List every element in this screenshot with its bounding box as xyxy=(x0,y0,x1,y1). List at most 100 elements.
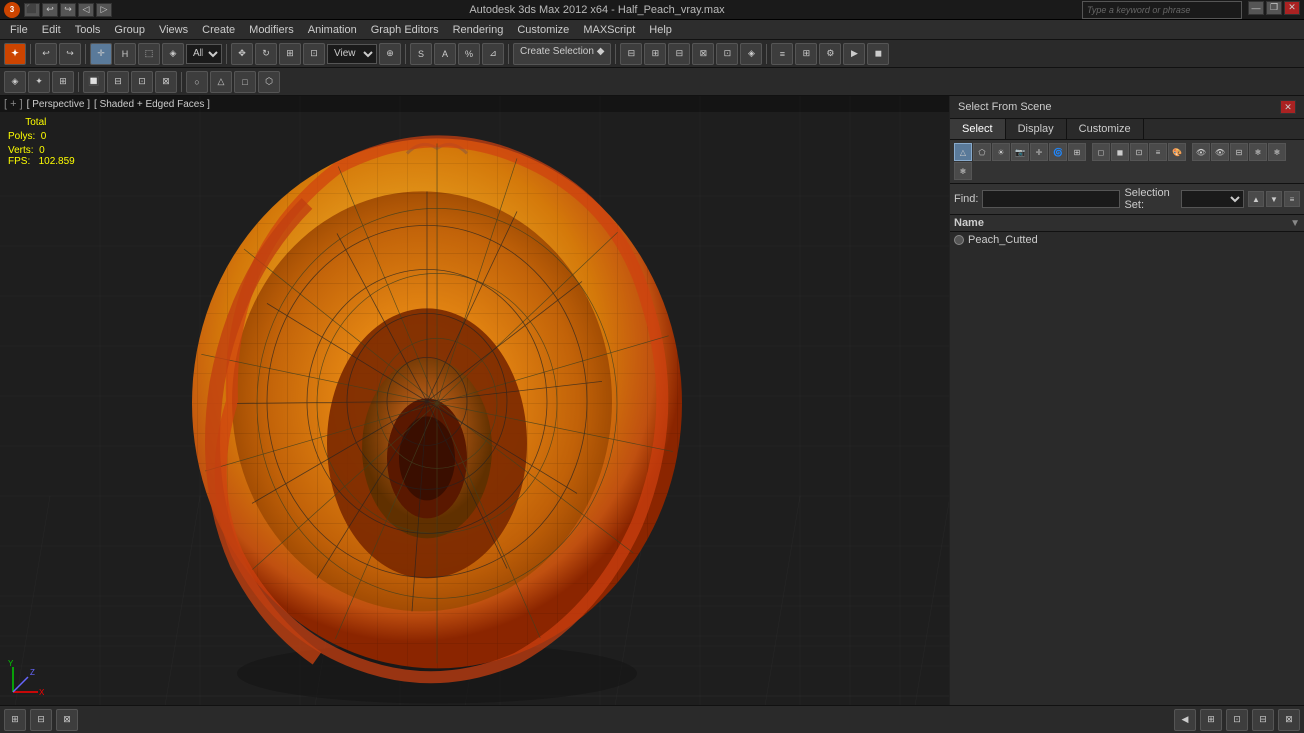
panel-list-view[interactable]: ≡ xyxy=(1284,191,1300,207)
spinner-snap-btn[interactable]: ⊿ xyxy=(482,43,504,65)
scene-explorer-btn[interactable]: ⊞ xyxy=(795,43,817,65)
undo-btn[interactable]: ↩ xyxy=(35,43,57,65)
t2-btn11[interactable]: ⬡ xyxy=(258,71,280,93)
status-icon-right2[interactable]: ⊞ xyxy=(1200,709,1222,731)
tb-icon4[interactable]: ◁ xyxy=(78,3,94,17)
t2-btn2[interactable]: ✦ xyxy=(28,71,50,93)
display-inv-btn[interactable]: ⊟ xyxy=(1230,143,1248,161)
menu-file[interactable]: File xyxy=(4,22,34,38)
menu-tools[interactable]: Tools xyxy=(69,22,107,38)
menu-create[interactable]: Create xyxy=(196,22,241,38)
window-crossing-btn[interactable]: ◈ xyxy=(162,43,184,65)
filter-all-btn[interactable]: ⊞ xyxy=(1068,143,1086,161)
layers-btn[interactable]: ≡ xyxy=(771,43,793,65)
snap-btn[interactable]: S xyxy=(410,43,432,65)
status-icon-right5[interactable]: ⊠ xyxy=(1278,709,1300,731)
display-all-btn[interactable]: 👁 xyxy=(1211,143,1229,161)
object-list[interactable]: Peach_Cutted xyxy=(950,232,1304,705)
menu-graph-editors[interactable]: Graph Editors xyxy=(365,22,445,38)
t2-btn7[interactable]: ⊠ xyxy=(155,71,177,93)
find-input[interactable] xyxy=(982,190,1120,208)
menu-views[interactable]: Views xyxy=(153,22,194,38)
status-icon-right3[interactable]: ⊡ xyxy=(1226,709,1248,731)
select-none-btn[interactable]: ◻ xyxy=(1092,143,1110,161)
status-icon3[interactable]: ⊠ xyxy=(56,709,78,731)
freeze-none-btn[interactable]: ❄ xyxy=(1249,143,1267,161)
home-btn[interactable]: ✦ xyxy=(4,43,26,65)
refcoord-btn[interactable]: ⊡ xyxy=(303,43,325,65)
sort-icon[interactable]: ▼ xyxy=(1290,218,1300,229)
viewport[interactable]: [ + ] [ Perspective ] [ Shaded + Edged F… xyxy=(0,96,949,705)
tab-customize[interactable]: Customize xyxy=(1067,119,1144,139)
close-btn[interactable]: ✕ xyxy=(1284,1,1300,15)
list-item[interactable]: Peach_Cutted xyxy=(950,232,1304,248)
align-camera-btn[interactable]: ◈ xyxy=(740,43,762,65)
restore-btn[interactable]: ❐ xyxy=(1266,1,1282,15)
rect-select-btn[interactable]: ⬚ xyxy=(138,43,160,65)
create-selection-btn[interactable]: Create Selection ◆ xyxy=(513,43,611,65)
menu-modifiers[interactable]: Modifiers xyxy=(243,22,300,38)
status-icon-right4[interactable]: ⊟ xyxy=(1252,709,1274,731)
freeze-all-btn[interactable]: ❄ xyxy=(1268,143,1286,161)
menu-rendering[interactable]: Rendering xyxy=(447,22,510,38)
minimize-btn[interactable]: — xyxy=(1248,1,1264,15)
pivot-btn[interactable]: ⊕ xyxy=(379,43,401,65)
move-btn[interactable]: ✥ xyxy=(231,43,253,65)
t2-btn8[interactable]: ○ xyxy=(186,71,208,93)
render-btn[interactable]: ▶ xyxy=(843,43,865,65)
select-name-btn[interactable]: H xyxy=(114,43,136,65)
panel-scroll-down[interactable]: ▼ xyxy=(1266,191,1282,207)
panel-close-btn[interactable]: ✕ xyxy=(1280,100,1296,114)
panel-scroll-up[interactable]: ▲ xyxy=(1248,191,1264,207)
filter-cameras-btn[interactable]: 📷 xyxy=(1011,143,1029,161)
filter-helpers-btn[interactable]: ✛ xyxy=(1030,143,1048,161)
align-normal-btn[interactable]: ⊠ xyxy=(692,43,714,65)
redo-btn[interactable]: ↪ xyxy=(59,43,81,65)
render-frame-btn[interactable]: ◼ xyxy=(867,43,889,65)
status-icon-right1[interactable]: ◀ xyxy=(1174,709,1196,731)
menu-group[interactable]: Group xyxy=(108,22,151,38)
tab-display[interactable]: Display xyxy=(1006,119,1067,139)
menu-edit[interactable]: Edit xyxy=(36,22,67,38)
select-by-color-btn[interactable]: 🎨 xyxy=(1168,143,1186,161)
t2-btn4[interactable]: 🔲 xyxy=(83,71,105,93)
t2-btn3[interactable]: ⊞ xyxy=(52,71,74,93)
filter-lights-btn[interactable]: ☀ xyxy=(992,143,1010,161)
freeze-inv-btn[interactable]: ❄ xyxy=(954,162,972,180)
menu-animation[interactable]: Animation xyxy=(302,22,363,38)
t2-btn5[interactable]: ⊟ xyxy=(107,71,129,93)
tb-icon1[interactable]: ⬛ xyxy=(24,3,40,17)
tb-icon2[interactable]: ↩ xyxy=(42,3,58,17)
status-icon2[interactable]: ⊟ xyxy=(30,709,52,731)
place-highlight-btn[interactable]: ⊡ xyxy=(716,43,738,65)
filter-geometry-btn[interactable]: △ xyxy=(954,143,972,161)
tab-select[interactable]: Select xyxy=(950,119,1006,139)
t2-btn9[interactable]: △ xyxy=(210,71,232,93)
t2-btn10[interactable]: □ xyxy=(234,71,256,93)
selset-dropdown[interactable] xyxy=(1181,190,1244,208)
filter-spacewarps-btn[interactable]: 🌀 xyxy=(1049,143,1067,161)
filter-shapes-btn[interactable]: ⬠ xyxy=(973,143,991,161)
render-setup-btn[interactable]: ⚙ xyxy=(819,43,841,65)
align-view-btn[interactable]: ⊟ xyxy=(668,43,690,65)
select-btn[interactable]: ✛ xyxy=(90,43,112,65)
status-icon1[interactable]: ⊞ xyxy=(4,709,26,731)
t2-btn1[interactable]: ◈ xyxy=(4,71,26,93)
select-filter-dropdown[interactable]: All xyxy=(186,44,222,64)
select-all-btn[interactable]: ◼ xyxy=(1111,143,1129,161)
tb-icon3[interactable]: ↪ xyxy=(60,3,76,17)
display-none-btn[interactable]: 👁 xyxy=(1192,143,1210,161)
menu-maxscript[interactable]: MAXScript xyxy=(577,22,641,38)
rotate-btn[interactable]: ↻ xyxy=(255,43,277,65)
menu-customize[interactable]: Customize xyxy=(511,22,575,38)
scale-btn[interactable]: ⊞ xyxy=(279,43,301,65)
menu-help[interactable]: Help xyxy=(643,22,678,38)
coord-dropdown[interactable]: View xyxy=(327,44,377,64)
select-inv-btn[interactable]: ⊡ xyxy=(1130,143,1148,161)
percentsnap-btn[interactable]: % xyxy=(458,43,480,65)
tb-icon5[interactable]: ▷ xyxy=(96,3,112,17)
mirror-btn[interactable]: ⊟ xyxy=(620,43,642,65)
select-by-layer-btn[interactable]: ≡ xyxy=(1149,143,1167,161)
t2-btn6[interactable]: ⊡ xyxy=(131,71,153,93)
anglesnap-btn[interactable]: A xyxy=(434,43,456,65)
